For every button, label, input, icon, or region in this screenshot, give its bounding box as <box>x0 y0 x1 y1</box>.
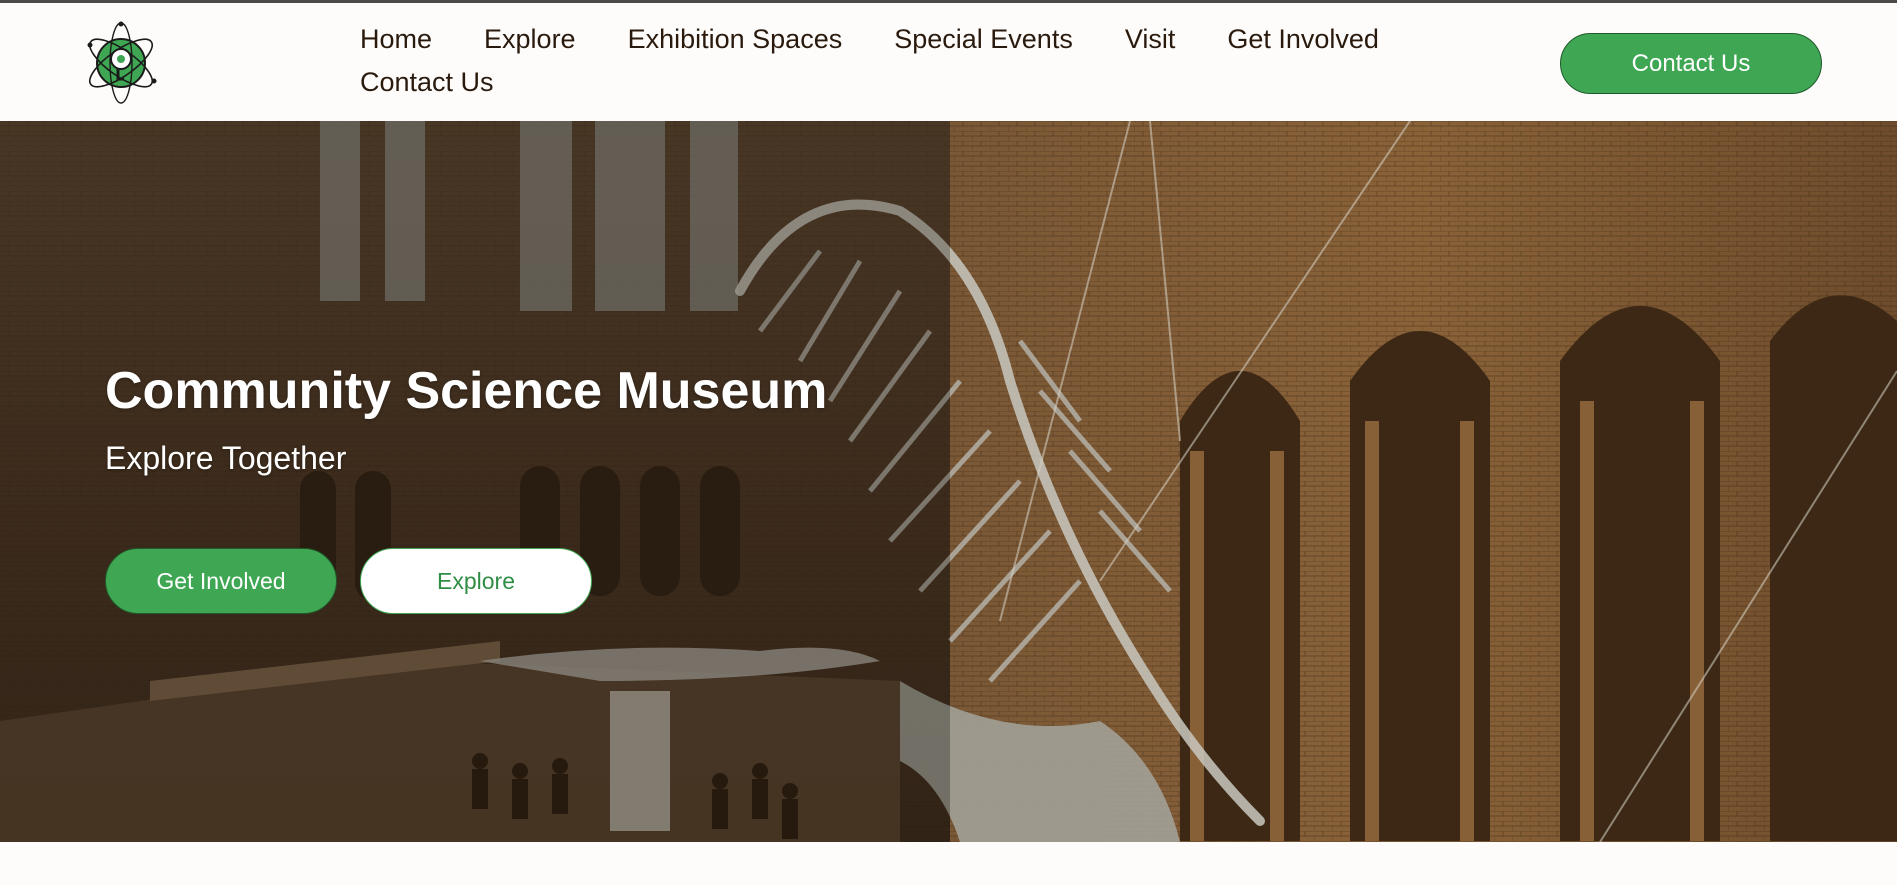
hero-title: Community Science Museum <box>105 362 828 420</box>
content-area <box>0 842 1897 885</box>
site-header: Home Explore Exhibition Spaces Special E… <box>0 3 1897 121</box>
nav-item-exhibition-spaces[interactable]: Exhibition Spaces <box>628 23 843 56</box>
nav-item-home[interactable]: Home <box>360 23 432 56</box>
main-navigation: Home Explore Exhibition Spaces Special E… <box>360 23 1420 99</box>
contact-us-button[interactable]: Contact Us <box>1560 33 1822 94</box>
nav-item-contact-us[interactable]: Contact Us <box>360 66 494 99</box>
nav-item-special-events[interactable]: Special Events <box>894 23 1073 56</box>
nav-item-visit[interactable]: Visit <box>1125 23 1176 56</box>
nav-item-get-involved[interactable]: Get Involved <box>1227 23 1379 56</box>
nav-item-explore[interactable]: Explore <box>484 23 576 56</box>
atom-logo-icon[interactable] <box>82 21 160 105</box>
hero-overlay <box>0 121 950 842</box>
hero-subtitle: Explore Together <box>105 440 347 476</box>
explore-button[interactable]: Explore <box>360 548 592 614</box>
get-involved-button[interactable]: Get Involved <box>105 548 337 614</box>
hero-section: Community Science Museum Explore Togethe… <box>0 121 1897 842</box>
